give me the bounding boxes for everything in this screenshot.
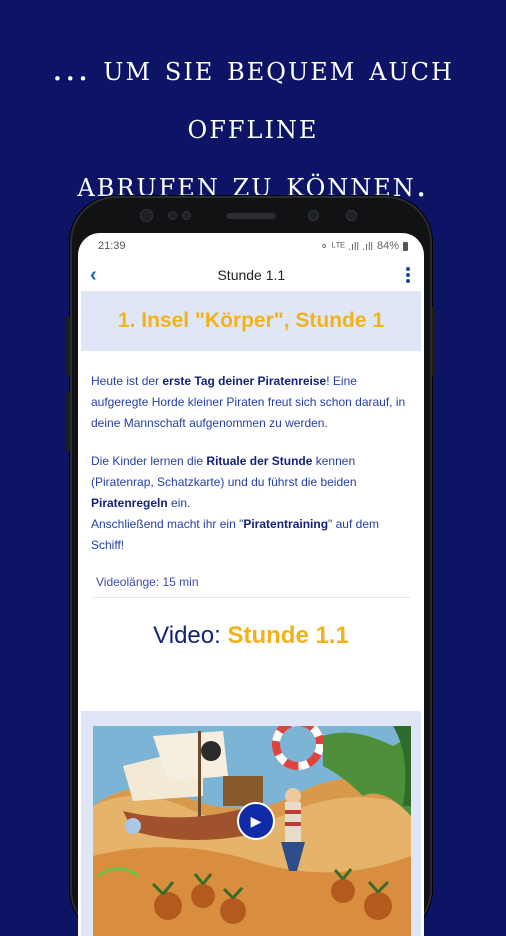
video-length: Videolänge: 15 min	[93, 573, 410, 598]
app-bar: ‹ Stunde 1.1	[78, 259, 424, 291]
lesson-banner: 1. Insel "Körper", Stunde 1	[81, 291, 421, 351]
play-icon: ▶	[250, 812, 262, 829]
description-paragraph-2: Die Kinder lernen die Rituale der Stunde…	[91, 451, 410, 556]
status-time: 21:39	[98, 240, 126, 252]
app-screen: 21:39 ⚬ ᴸᵀᴱ .ıll .ıll 84% ‹ Stunde 1.1 1…	[78, 233, 424, 936]
earpiece	[226, 213, 276, 219]
camera-icon	[308, 210, 319, 221]
front-camera-icon	[140, 209, 153, 222]
text-bold: Piratenregeln	[91, 496, 168, 510]
sensor-icon	[182, 211, 191, 220]
phone-side-button	[432, 306, 436, 376]
app-bar-title: Stunde 1.1	[217, 267, 286, 283]
signal-icon: ⚬ ᴸᵀᴱ .ıll .ıll	[319, 240, 373, 253]
video-heading-label: Video:	[153, 622, 228, 649]
description-paragraph-1: Heute ist der erste Tag deiner Piratenre…	[91, 371, 410, 434]
more-vertical-icon[interactable]	[406, 267, 410, 283]
video-thumbnail[interactable]: ▶	[93, 726, 411, 936]
phone-frame: 21:39 ⚬ ᴸᵀᴱ .ıll .ıll 84% ‹ Stunde 1.1 1…	[66, 196, 436, 936]
lesson-description: Heute ist der erste Tag deiner Piratenre…	[78, 351, 424, 556]
phone-side-button	[66, 392, 70, 452]
text-span: ein.	[167, 496, 191, 510]
video-heading-value: Stunde 1.1	[227, 622, 349, 649]
play-button[interactable]: ▶	[237, 802, 275, 840]
text-span: Die Kinder lernen die	[91, 454, 207, 468]
lesson-title: 1. Insel "Körper", Stunde 1	[117, 309, 385, 332]
text-bold: Piratentraining	[243, 517, 329, 531]
sensor-icon	[346, 210, 357, 221]
status-indicators: ⚬ ᴸᵀᴱ .ıll .ıll 84%	[319, 240, 408, 253]
status-bar: 21:39 ⚬ ᴸᵀᴱ .ıll .ıll 84%	[78, 233, 424, 259]
video-section: ▶	[81, 711, 421, 936]
battery-level: 84%	[376, 240, 399, 252]
text-span: Anschließend macht ihr ein "	[91, 517, 244, 531]
sensor-icon	[168, 211, 177, 220]
text-bold: erste Tag deiner Piratenreise	[162, 374, 327, 388]
promo-headline: ... um sie bequem auch offline abrufen z…	[0, 40, 506, 214]
video-heading: Video: Stunde 1.1	[78, 616, 424, 656]
battery-icon	[403, 241, 408, 251]
phone-side-button	[66, 316, 70, 376]
back-icon[interactable]: ‹	[90, 265, 97, 285]
promo-line-1: ... um sie bequem auch offline	[52, 49, 454, 147]
text-span: Heute ist der	[91, 374, 163, 388]
text-bold: Rituale der Stunde	[206, 454, 313, 468]
